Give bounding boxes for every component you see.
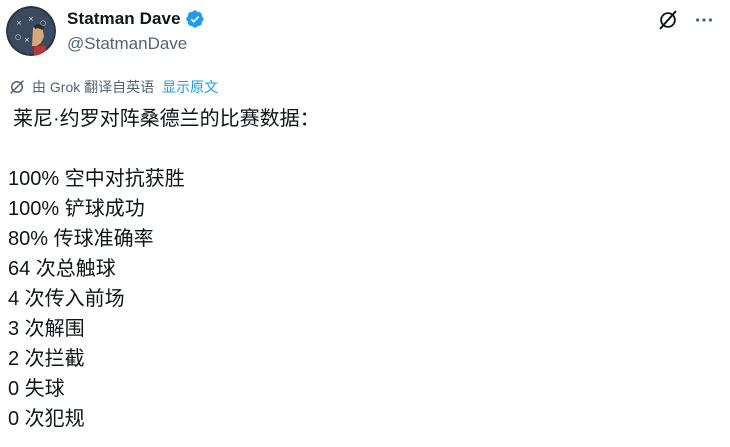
author-handle[interactable]: @StatmanDave — [67, 34, 205, 54]
tweet-text: 莱尼·约罗对阵桑德兰的比赛数据： 100% 空中对抗获胜 100% 铲球成功 8… — [8, 104, 708, 434]
name-row: Statman Dave — [67, 7, 205, 31]
grok-icon — [8, 78, 26, 96]
tweet-card: × × ○ ○ × Statman Dave @StatmanDave 由 Gr… — [0, 0, 730, 447]
stat-line: 2 次拦截 — [8, 348, 85, 370]
stat-line: 100% 空中对抗获胜 — [8, 168, 185, 190]
author-display-name[interactable]: Statman Dave — [67, 9, 181, 29]
svg-text:×: × — [16, 19, 22, 27]
tweet-intro: 莱尼·约罗对阵桑德兰的比赛数据： — [13, 108, 320, 130]
stat-line: 64 次总触球 — [8, 258, 116, 280]
verified-badge-icon — [185, 9, 205, 29]
svg-text:×: × — [24, 36, 30, 44]
translation-label: 由 Grok 翻译自英语 — [32, 79, 155, 95]
avatar[interactable]: × × ○ ○ × — [6, 6, 56, 56]
stat-line: 3 次解围 — [8, 318, 85, 340]
stat-line: 4 次传入前场 — [8, 288, 125, 310]
grok-slash-icon[interactable] — [656, 8, 680, 32]
translation-notice: 由 Grok 翻译自英语 显示原文 — [8, 77, 218, 97]
svg-text:○: ○ — [15, 33, 21, 41]
stat-line: 80% 传球准确率 — [8, 228, 154, 250]
more-dots-icon[interactable] — [692, 8, 716, 32]
show-original-link[interactable]: 显示原文 — [162, 77, 218, 97]
stat-line: 0 失球 — [8, 378, 65, 400]
svg-text:×: × — [28, 15, 34, 23]
stat-line: 100% 铲球成功 — [8, 198, 145, 220]
stat-line: 0 次犯规 — [8, 408, 85, 430]
top-actions — [656, 8, 716, 32]
author-block: Statman Dave @StatmanDave — [67, 7, 205, 54]
